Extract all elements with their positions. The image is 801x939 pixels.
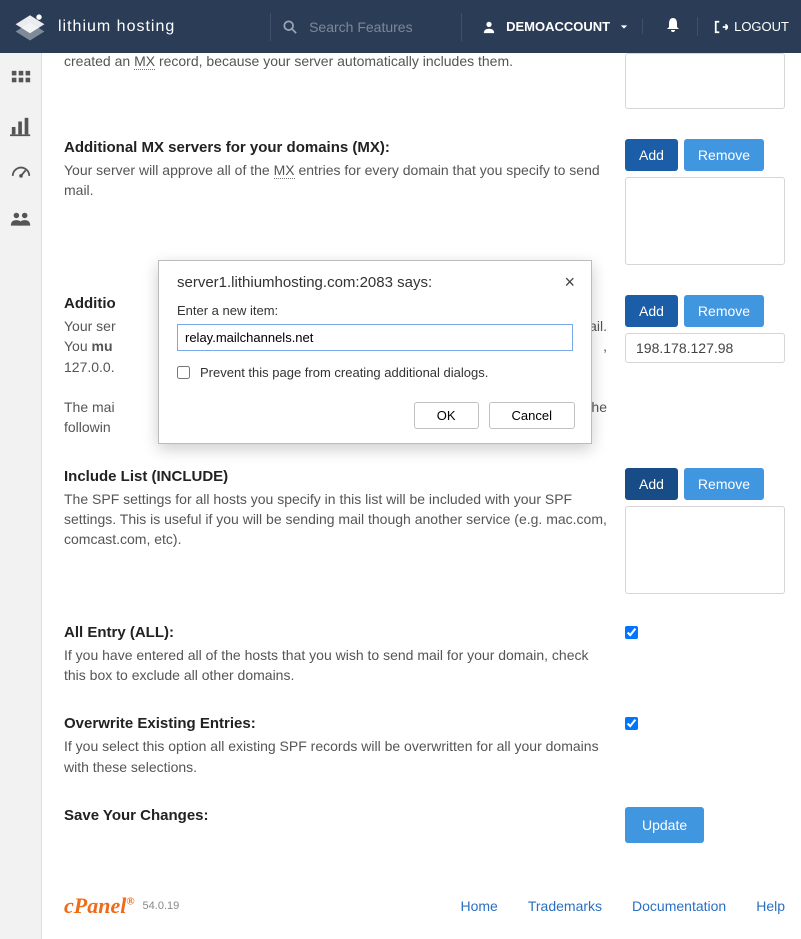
account-label: DEMOACCOUNT	[506, 19, 610, 34]
sidebar-users-icon[interactable]	[9, 210, 33, 235]
user-icon	[482, 20, 496, 34]
mx-list-box[interactable]	[625, 177, 785, 265]
dialog-title: server1.lithiumhosting.com:2083 says:	[177, 274, 432, 291]
dialog-input[interactable]	[177, 324, 573, 351]
overwrite-heading: Overwrite Existing Entries:	[64, 715, 607, 732]
footer-link-trademarks[interactable]: Trademarks	[528, 898, 602, 914]
sidebar	[0, 53, 42, 939]
overwrite-desc: If you select this option all existing S…	[64, 736, 607, 777]
logout-button[interactable]: LOGOUT	[704, 19, 789, 34]
footer: cPanel® 54.0.19 Home Trademarks Document…	[64, 893, 785, 919]
ip-value-box[interactable]: 198.178.127.98	[625, 333, 785, 363]
search-input[interactable]	[309, 19, 449, 35]
ip-add-button[interactable]: Add	[625, 295, 678, 327]
mx-remove-button[interactable]: Remove	[684, 139, 764, 171]
cpanel-version: 54.0.19	[143, 900, 180, 912]
search-area[interactable]	[270, 13, 462, 41]
brand-area: lithium hosting	[12, 13, 175, 41]
bell-icon	[665, 17, 681, 33]
mx-heading: Additional MX servers for your domains (…	[64, 139, 607, 156]
include-list-box[interactable]	[625, 506, 785, 594]
footer-link-documentation[interactable]: Documentation	[632, 898, 726, 914]
dialog-label: Enter a new item:	[177, 303, 573, 318]
footer-link-home[interactable]: Home	[461, 898, 498, 914]
include-remove-button[interactable]: Remove	[684, 468, 764, 500]
brand-text: lithium hosting	[58, 18, 175, 36]
intro-text: created an MX record, because your serve…	[64, 51, 607, 71]
search-icon	[283, 20, 297, 34]
prevent-dialogs-checkbox[interactable]	[177, 366, 190, 379]
hosts-list-box[interactable]	[625, 53, 785, 109]
all-desc: If you have entered all of the hosts tha…	[64, 645, 607, 686]
logout-icon	[714, 20, 728, 34]
sidebar-stats-icon[interactable]	[10, 116, 32, 141]
include-desc: The SPF settings for all hosts you speci…	[64, 489, 607, 550]
account-menu[interactable]: DEMOACCOUNT	[468, 19, 643, 34]
caret-down-icon	[620, 23, 628, 31]
cancel-button[interactable]: Cancel	[489, 402, 575, 429]
save-heading: Save Your Changes:	[64, 807, 607, 824]
ip-remove-button[interactable]: Remove	[684, 295, 764, 327]
sidebar-dashboard-icon[interactable]	[10, 163, 32, 188]
ok-button[interactable]: OK	[414, 402, 479, 429]
include-heading: Include List (INCLUDE)	[64, 468, 607, 485]
include-add-button[interactable]: Add	[625, 468, 678, 500]
prevent-dialogs-label: Prevent this page from creating addition…	[200, 365, 488, 380]
mx-desc: Your server will approve all of the MX e…	[64, 160, 607, 201]
notifications-button[interactable]	[649, 17, 698, 36]
logout-label: LOGOUT	[734, 19, 789, 34]
update-button[interactable]: Update	[625, 807, 704, 843]
all-heading: All Entry (ALL):	[64, 624, 607, 641]
close-icon[interactable]: ×	[564, 273, 575, 291]
overwrite-checkbox[interactable]	[625, 717, 638, 730]
mx-add-button[interactable]: Add	[625, 139, 678, 171]
all-checkbox[interactable]	[625, 626, 638, 639]
topbar: lithium hosting DEMOACCOUNT LOGOUT	[0, 0, 801, 53]
footer-link-help[interactable]: Help	[756, 898, 785, 914]
prompt-dialog: server1.lithiumhosting.com:2083 says: × …	[158, 260, 592, 444]
cpanel-logo: cPanel®	[64, 893, 135, 919]
brand-logo-icon	[12, 13, 48, 41]
sidebar-grid-icon[interactable]	[10, 69, 32, 94]
main-content: created an MX record, because your serve…	[42, 53, 801, 939]
